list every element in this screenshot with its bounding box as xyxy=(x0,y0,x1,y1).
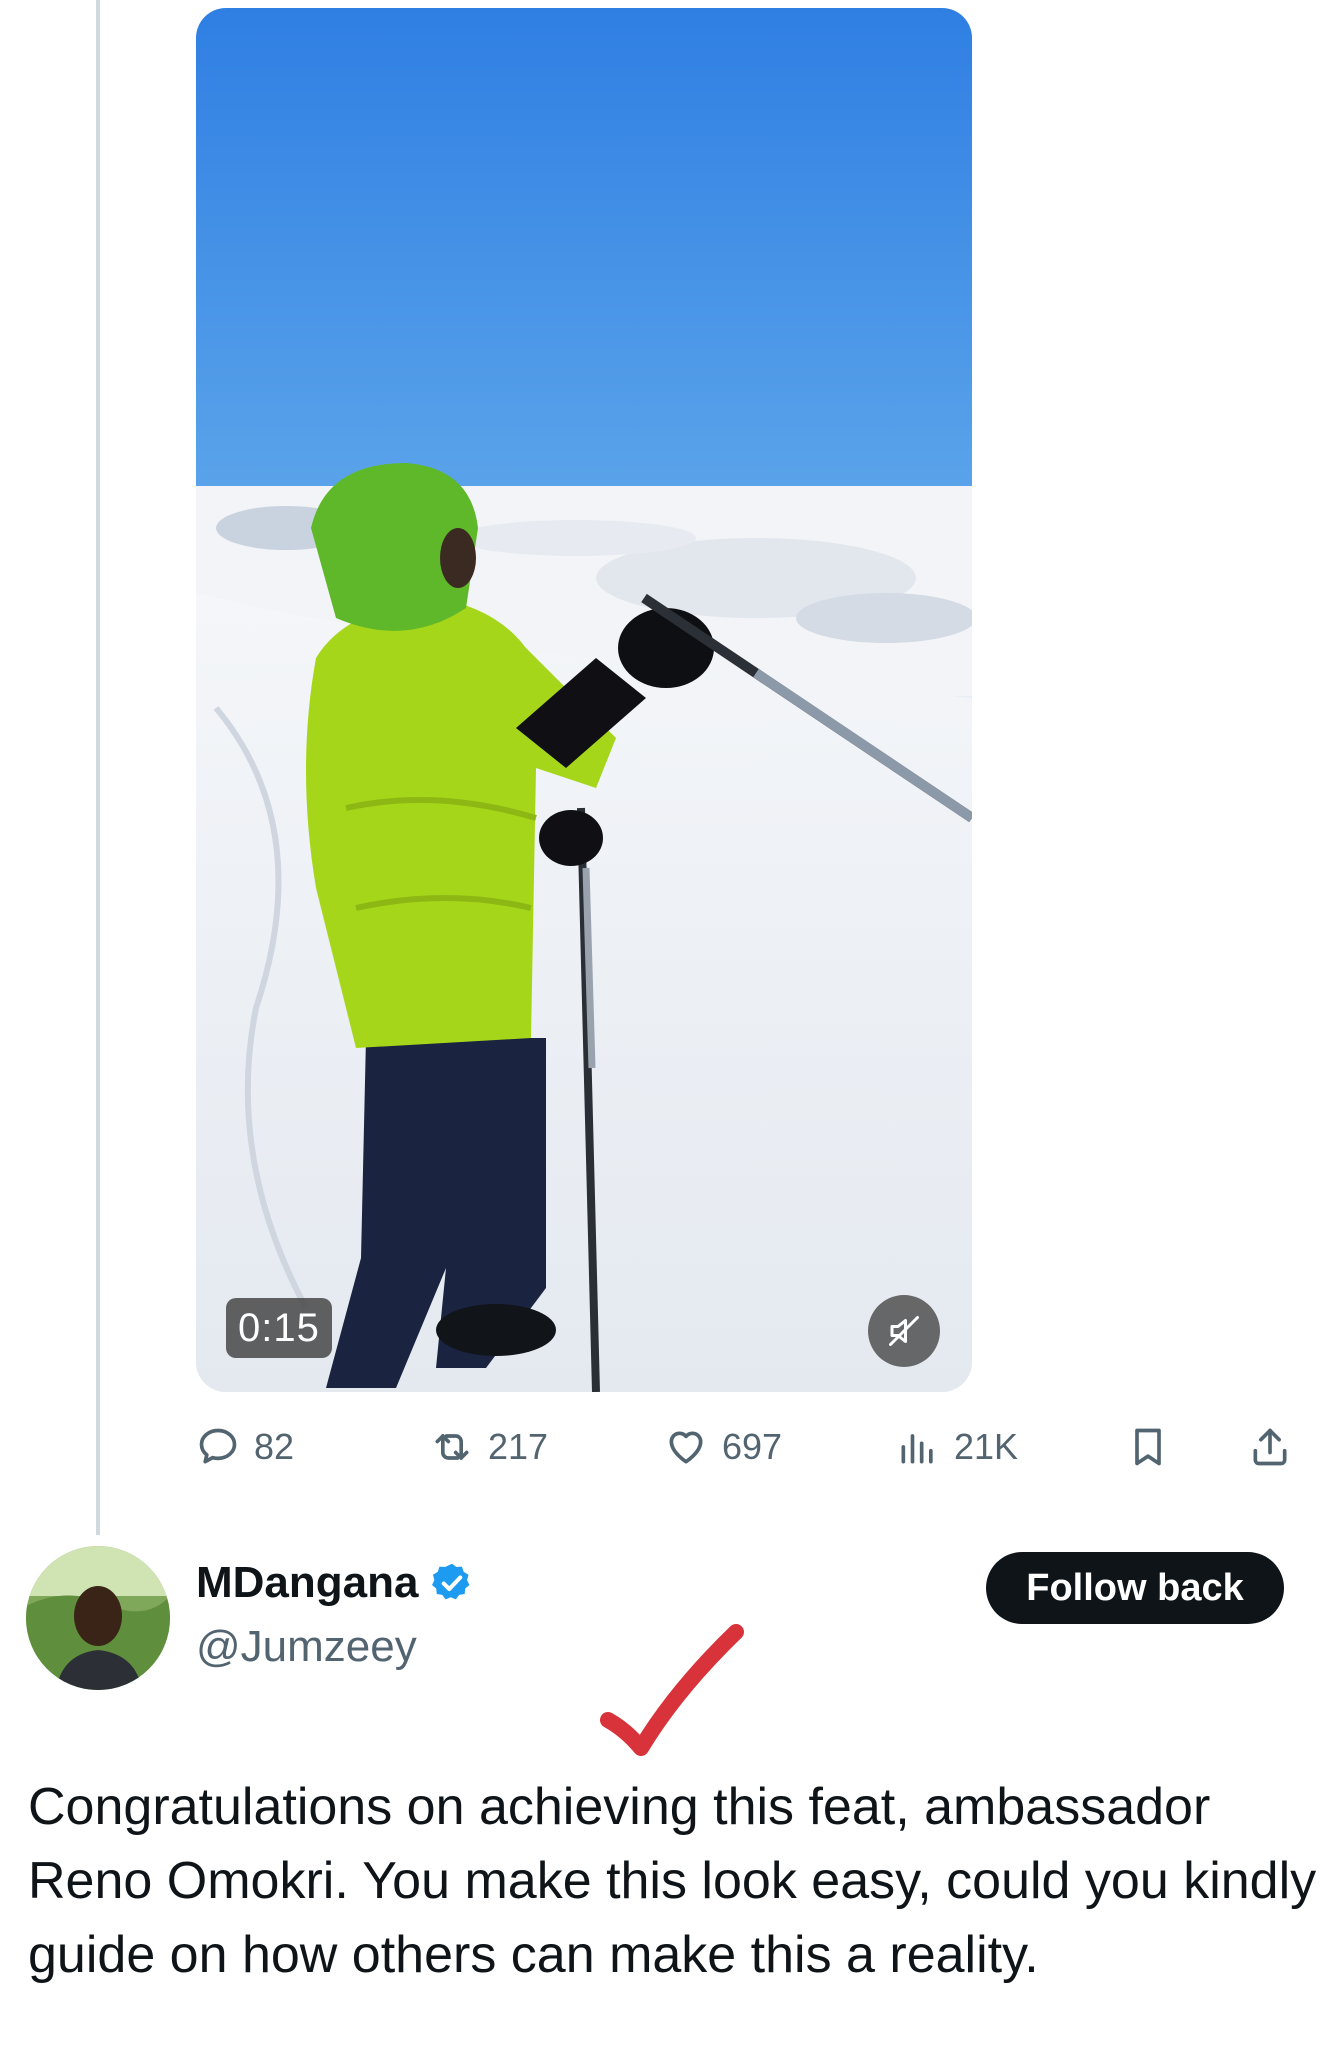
share-button[interactable] xyxy=(1248,1412,1292,1482)
share-icon xyxy=(1253,1428,1287,1466)
bookmark-button[interactable] xyxy=(1126,1412,1170,1482)
reply-button[interactable]: 82 xyxy=(196,1412,294,1482)
author-handle[interactable]: @Jumzeey xyxy=(196,1622,417,1672)
repost-icon xyxy=(435,1434,469,1460)
video-player[interactable]: 0:15 xyxy=(196,8,972,1392)
mute-icon xyxy=(889,1316,919,1346)
views-icon xyxy=(901,1434,933,1464)
view-count: 21K xyxy=(954,1426,1019,1467)
repost-button[interactable]: 217 xyxy=(430,1412,548,1482)
avatar[interactable] xyxy=(26,1546,170,1690)
reply-count: 82 xyxy=(254,1426,295,1467)
bookmark-icon xyxy=(1135,1428,1161,1466)
video-frame xyxy=(196,8,972,1392)
like-count: 697 xyxy=(722,1426,783,1467)
repost-count: 217 xyxy=(488,1426,549,1467)
author-name[interactable]: MDangana xyxy=(196,1558,474,1608)
reply-icon xyxy=(199,1428,237,1464)
follow-back-button[interactable]: Follow back xyxy=(986,1552,1284,1624)
thread-line xyxy=(96,0,100,1535)
like-button[interactable]: 697 xyxy=(664,1412,782,1482)
like-icon xyxy=(669,1431,703,1464)
mute-button[interactable] xyxy=(868,1295,940,1367)
verified-icon xyxy=(432,1563,470,1600)
display-name: MDangana xyxy=(196,1558,419,1607)
tweet-action-bar: 82 217 697 21K xyxy=(0,1412,1336,1482)
red-checkmark-annotation xyxy=(600,1624,744,1756)
views-button[interactable]: 21K xyxy=(896,1412,1018,1482)
video-duration: 0:15 xyxy=(226,1298,332,1358)
avatar-image xyxy=(26,1546,170,1690)
reply-text: Congratulations on achieving this feat, … xyxy=(28,1778,1317,1984)
